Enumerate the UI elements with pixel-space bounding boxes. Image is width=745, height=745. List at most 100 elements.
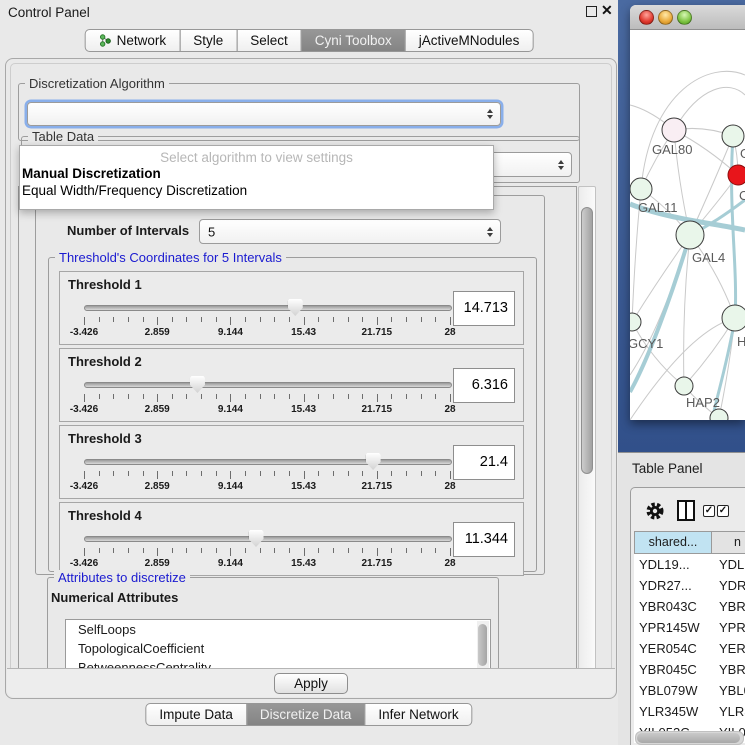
threshold-value-field[interactable]: 21.4 bbox=[453, 445, 515, 480]
table-hscrollbar-thumb[interactable] bbox=[637, 733, 740, 743]
tab-select[interactable]: Select bbox=[236, 29, 302, 52]
float-window-icon[interactable] bbox=[586, 6, 597, 17]
table-row[interactable]: YDR27...YDR2 bbox=[634, 575, 745, 596]
table-row[interactable]: YBL079WYBL0 bbox=[634, 680, 745, 701]
cell-shared-name: YBR043C bbox=[634, 596, 715, 617]
numerical-attributes-list: SelfLoopsTopologicalCoefficientBetweenne… bbox=[65, 619, 491, 671]
top-tab-bar: NetworkStyleSelectCyni ToolboxjActiveMNo… bbox=[85, 29, 534, 52]
tick-mark bbox=[201, 548, 202, 553]
column-header-shared[interactable]: shared... bbox=[635, 532, 712, 553]
table-row[interactable]: YLR345WYLR3 bbox=[634, 701, 745, 722]
tick-mark bbox=[157, 317, 158, 325]
cell-shared-name: YDR27... bbox=[634, 575, 715, 596]
algorithm-combobox[interactable] bbox=[27, 102, 501, 126]
tick-mark bbox=[289, 548, 290, 553]
table-row[interactable]: YBR045CYBR0 bbox=[634, 659, 745, 680]
slider-track[interactable] bbox=[84, 382, 452, 388]
network-node[interactable] bbox=[722, 305, 745, 331]
tick-label: 2.859 bbox=[145, 558, 170, 569]
slider-track[interactable] bbox=[84, 536, 452, 542]
panel-scrollbar[interactable] bbox=[578, 186, 596, 671]
tab-network[interactable]: Network bbox=[85, 29, 181, 52]
tick-label: 9.144 bbox=[218, 327, 243, 338]
bottom-tab-bar: Impute DataDiscretize DataInfer Network bbox=[145, 703, 472, 726]
tab-infer-network[interactable]: Infer Network bbox=[364, 703, 472, 726]
tab-impute-data[interactable]: Impute Data bbox=[145, 703, 247, 726]
tick-mark bbox=[216, 317, 217, 322]
list-item-selfloops[interactable]: SelfLoops bbox=[66, 620, 490, 639]
slider-thumb-icon[interactable] bbox=[249, 530, 264, 547]
gear-icon[interactable] bbox=[645, 501, 665, 521]
network-node[interactable] bbox=[728, 165, 745, 185]
table-row[interactable]: YER054CYER0 bbox=[634, 638, 745, 659]
table-row[interactable]: YBR043CYBR0 bbox=[634, 596, 745, 617]
tick-mark bbox=[362, 471, 363, 476]
list-scrollbar[interactable] bbox=[477, 621, 489, 670]
close-traffic-light-icon[interactable] bbox=[639, 10, 654, 25]
table-hscrollbar[interactable] bbox=[635, 731, 744, 745]
popup-item-manual-discretization[interactable]: Manual Discretization bbox=[20, 165, 493, 182]
checkbox-icon[interactable]: ✓ bbox=[703, 505, 715, 517]
tab-cyni-toolbox[interactable]: Cyni Toolbox bbox=[301, 29, 406, 52]
slider[interactable] bbox=[84, 305, 450, 311]
threshold-value-field[interactable]: 6.316 bbox=[453, 368, 515, 403]
slider-track[interactable] bbox=[84, 459, 452, 465]
slider-ticks bbox=[84, 394, 450, 403]
table-row[interactable]: YPR145WYPR1 bbox=[634, 617, 745, 638]
tick-mark bbox=[391, 394, 392, 399]
threshold-value-field[interactable]: 14.713 bbox=[453, 291, 515, 326]
tick-mark bbox=[304, 471, 305, 479]
tick-mark bbox=[245, 548, 246, 553]
tick-mark bbox=[157, 471, 158, 479]
split-column-icon[interactable] bbox=[677, 500, 695, 521]
node-label: HAP2 bbox=[686, 395, 720, 410]
tick-label: 21.715 bbox=[362, 558, 393, 569]
table-row[interactable]: YDL19...YDL1 bbox=[634, 554, 745, 575]
network-canvas[interactable]: GAL80GACGAL11GAL4GCY1HHAP2 bbox=[630, 30, 745, 420]
network-node[interactable] bbox=[630, 313, 641, 331]
column-header-name[interactable]: n bbox=[712, 532, 745, 553]
minimize-traffic-light-icon[interactable] bbox=[658, 10, 673, 25]
list-scrollbar-thumb[interactable] bbox=[478, 624, 487, 666]
slider[interactable] bbox=[84, 459, 450, 465]
tick-label: 28 bbox=[444, 558, 455, 569]
network-node[interactable] bbox=[662, 118, 686, 142]
slider-thumb-icon[interactable] bbox=[288, 299, 303, 316]
network-node[interactable] bbox=[676, 221, 704, 249]
network-window: GAL80GACGAL11GAL4GCY1HHAP2 bbox=[630, 5, 745, 420]
network-node[interactable] bbox=[675, 377, 693, 395]
slider-thumb-icon[interactable] bbox=[366, 453, 381, 470]
tab-discretize-data[interactable]: Discretize Data bbox=[246, 703, 366, 726]
popup-item-equal-width-frequency-discretization[interactable]: Equal Width/Frequency Discretization bbox=[20, 182, 493, 199]
tick-mark bbox=[201, 317, 202, 322]
network-node[interactable] bbox=[722, 125, 744, 147]
number-of-intervals-label: Number of Intervals bbox=[67, 223, 189, 238]
zoom-traffic-light-icon[interactable] bbox=[677, 10, 692, 25]
tick-mark bbox=[391, 548, 392, 553]
threshold-value-field[interactable]: 11.344 bbox=[453, 522, 515, 557]
panel-scrollbar-thumb[interactable] bbox=[581, 207, 593, 474]
network-node[interactable] bbox=[630, 178, 652, 200]
checkbox-icon[interactable]: ✓ bbox=[717, 505, 729, 517]
tick-mark bbox=[318, 317, 319, 322]
number-of-intervals-combobox[interactable]: 5 bbox=[199, 219, 501, 244]
list-item-topologicalcoefficient[interactable]: TopologicalCoefficient bbox=[66, 639, 490, 658]
tick-label: -3.426 bbox=[70, 558, 98, 569]
slider-thumb-icon[interactable] bbox=[190, 376, 205, 393]
slider-track[interactable] bbox=[84, 305, 452, 311]
network-window-titlebar[interactable] bbox=[630, 5, 745, 30]
slider[interactable] bbox=[84, 536, 450, 542]
thresholds-group: Threshold's Coordinates for 5 Intervals … bbox=[48, 257, 537, 572]
cell-shared-name: YER054C bbox=[634, 638, 715, 659]
tab-jactivemnodules[interactable]: jActiveMNodules bbox=[405, 29, 534, 52]
threshold-panel: Threshold 1-3.4262.8599.14415.4321.71528… bbox=[59, 271, 524, 345]
cell-shared-name: YPR145W bbox=[634, 617, 715, 638]
slider[interactable] bbox=[84, 382, 450, 388]
tick-mark bbox=[435, 548, 436, 553]
tick-mark bbox=[186, 548, 187, 553]
close-icon[interactable]: ✕ bbox=[601, 2, 613, 19]
apply-button[interactable]: Apply bbox=[274, 673, 348, 694]
node-label: GAL11 bbox=[638, 200, 678, 215]
tab-style[interactable]: Style bbox=[179, 29, 237, 52]
tick-mark bbox=[318, 548, 319, 553]
